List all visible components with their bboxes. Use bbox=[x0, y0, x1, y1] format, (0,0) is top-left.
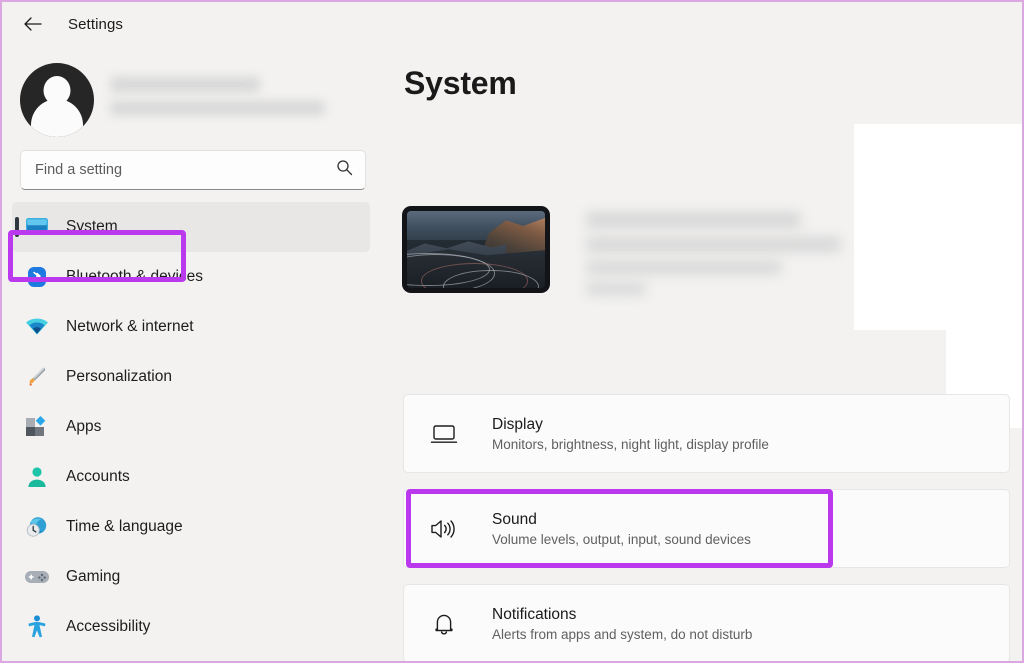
clock-globe-icon bbox=[24, 514, 50, 540]
search-input[interactable] bbox=[35, 162, 330, 178]
page-title: System bbox=[404, 65, 517, 102]
speaker-icon bbox=[426, 514, 462, 544]
paintbrush-icon bbox=[24, 364, 50, 390]
account-name-redacted bbox=[110, 77, 340, 124]
sidebar-item-accessibility[interactable]: Accessibility bbox=[12, 602, 370, 652]
sidebar-item-label: Accounts bbox=[66, 468, 130, 486]
sidebar-item-network-internet[interactable]: Network & internet bbox=[12, 302, 370, 352]
setting-card-sound[interactable]: Sound Volume levels, output, input, soun… bbox=[403, 489, 1010, 568]
accessibility-icon bbox=[24, 614, 50, 640]
monitor-icon bbox=[24, 214, 50, 240]
device-summary bbox=[402, 206, 866, 304]
sidebar-item-apps[interactable]: Apps bbox=[12, 402, 370, 452]
selection-indicator bbox=[15, 217, 19, 237]
sidebar-item-system[interactable]: System bbox=[12, 202, 370, 252]
background-white-area-right bbox=[946, 124, 1022, 428]
sidebar-item-accounts[interactable]: Accounts bbox=[12, 452, 370, 502]
sidebar-item-label: Time & language bbox=[66, 518, 183, 536]
default-user-avatar bbox=[20, 63, 94, 137]
setting-card-notifications[interactable]: Notifications Alerts from apps and syste… bbox=[403, 584, 1010, 663]
sidebar: System Bluetooth & devices bbox=[2, 46, 400, 663]
search-box[interactable] bbox=[20, 150, 366, 190]
sidebar-item-label: Bluetooth & devices bbox=[66, 268, 203, 286]
device-wallpaper-thumbnail bbox=[402, 206, 550, 293]
monitor-outline-icon bbox=[426, 419, 462, 449]
app-title: Settings bbox=[68, 16, 123, 33]
card-title: Sound bbox=[492, 511, 751, 529]
card-title: Notifications bbox=[492, 606, 752, 624]
card-subtitle: Volume levels, output, input, sound devi… bbox=[492, 532, 751, 547]
search-icon bbox=[336, 159, 353, 181]
wifi-icon bbox=[24, 314, 50, 340]
title-bar: Settings bbox=[2, 2, 1022, 46]
bell-icon bbox=[426, 609, 462, 639]
card-subtitle: Alerts from apps and system, do not dist… bbox=[492, 627, 752, 642]
sidebar-item-label: Network & internet bbox=[66, 318, 194, 336]
back-arrow-icon[interactable] bbox=[16, 8, 50, 40]
sidebar-item-label: Apps bbox=[66, 418, 101, 436]
person-icon bbox=[24, 464, 50, 490]
apps-icon bbox=[24, 414, 50, 440]
sidebar-item-label: Personalization bbox=[66, 368, 172, 386]
settings-window: Settings bbox=[0, 0, 1024, 663]
sidebar-item-time-language[interactable]: Time & language bbox=[12, 502, 370, 552]
card-title: Display bbox=[492, 416, 769, 434]
navigation-list: System Bluetooth & devices bbox=[2, 202, 400, 652]
device-info-redacted bbox=[586, 206, 866, 304]
setting-card-display[interactable]: Display Monitors, brightness, night ligh… bbox=[403, 394, 1010, 473]
sidebar-item-label: Gaming bbox=[66, 568, 120, 586]
sidebar-item-gaming[interactable]: Gaming bbox=[12, 552, 370, 602]
background-white-area-upper bbox=[854, 124, 950, 330]
main-content: System bbox=[400, 46, 1022, 663]
sidebar-item-bluetooth-devices[interactable]: Bluetooth & devices bbox=[12, 252, 370, 302]
gamepad-icon bbox=[24, 564, 50, 590]
sidebar-item-personalization[interactable]: Personalization bbox=[12, 352, 370, 402]
sidebar-item-label: Accessibility bbox=[66, 618, 150, 636]
sidebar-item-label: System bbox=[66, 218, 118, 236]
bluetooth-icon bbox=[24, 264, 50, 290]
account-header[interactable] bbox=[2, 46, 400, 142]
card-subtitle: Monitors, brightness, night light, displ… bbox=[492, 437, 769, 452]
